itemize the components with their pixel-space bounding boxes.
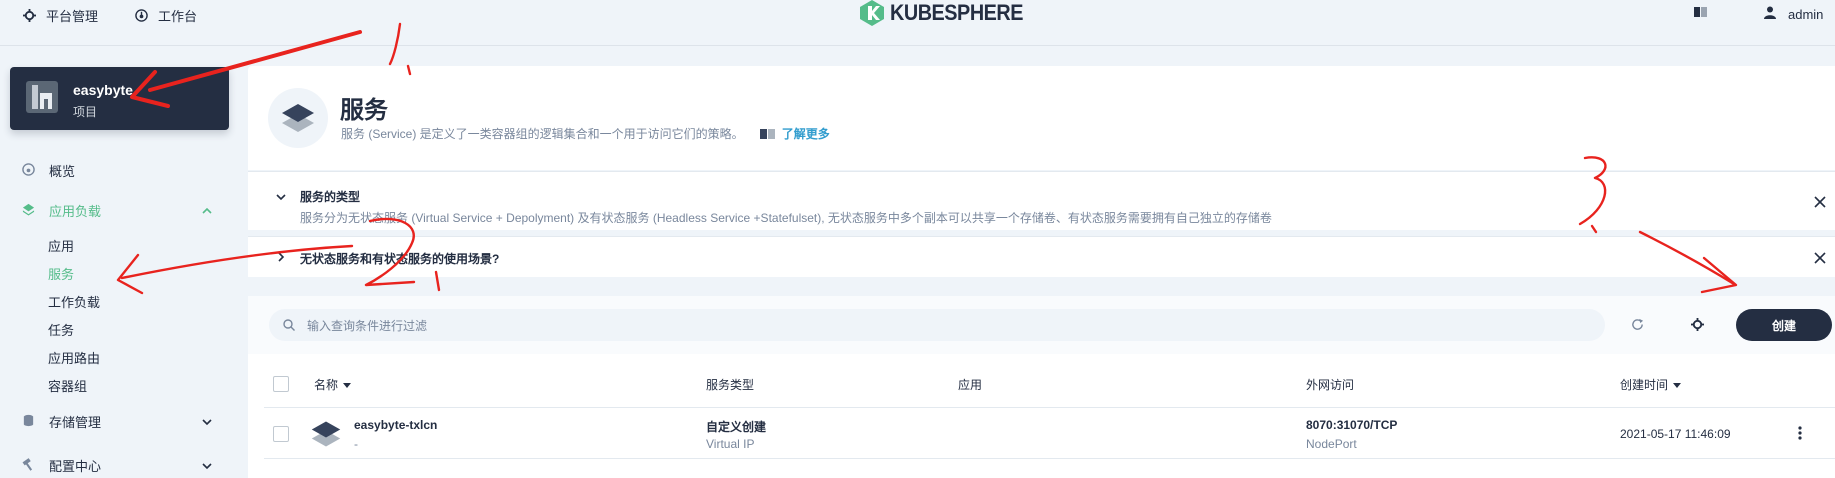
- column-header-service-type: 服务类型: [706, 378, 755, 392]
- chevron-up-icon[interactable]: [202, 206, 212, 216]
- external-type: NodePort: [1306, 437, 1357, 451]
- page-description: 服务 (Service) 是定义了一类容器组的逻辑集合和一个用于访问它们的策略。…: [341, 125, 830, 142]
- kubesphere-logo[interactable]: KUBESPHERE: [860, 0, 1038, 26]
- book-icon: [759, 128, 775, 139]
- sidebar-item-label: 概览: [49, 164, 76, 179]
- sidebar-item-label: 应用负载: [49, 204, 102, 219]
- sidebar-sub-apps[interactable]: 应用: [48, 236, 74, 255]
- kubesphere-logo-icon: [860, 0, 884, 26]
- page-title: 服务: [340, 97, 388, 124]
- service-ip-type: Virtual IP: [706, 437, 755, 451]
- sidebar-sub-jobs[interactable]: 任务: [48, 320, 74, 339]
- tip-title: 服务的类型: [300, 190, 361, 204]
- tip-service-types[interactable]: 服务的类型 服务分为无状态服务 (Virtual Service + Depol…: [248, 171, 1835, 230]
- column-header-external: 外网访问: [1306, 378, 1355, 392]
- layers-icon: [22, 203, 35, 219]
- external-port: 8070:31070/TCP: [1306, 418, 1398, 432]
- search-icon: [283, 319, 295, 331]
- dashboard-icon: [22, 162, 35, 179]
- docs-button[interactable]: [1694, 6, 1708, 21]
- chevron-down-icon[interactable]: [202, 461, 212, 471]
- create-button[interactable]: 创建: [1736, 309, 1832, 341]
- service-alias: -: [354, 437, 358, 451]
- project-avatar: [26, 81, 58, 113]
- column-header-name[interactable]: 名称: [314, 376, 352, 393]
- project-selector[interactable]: easybyte 项目: [10, 67, 229, 130]
- service-icon: [268, 88, 328, 148]
- toolbar: 输入查询条件进行过滤 创建: [248, 296, 1835, 354]
- chevron-down-icon[interactable]: [276, 192, 286, 202]
- project-name: easybyte: [73, 82, 133, 98]
- sidebar-item-overview[interactable]: 概览: [22, 161, 75, 180]
- column-header-app: 应用: [958, 378, 983, 392]
- user-name: admin: [1788, 6, 1824, 22]
- close-icon[interactable]: [1813, 195, 1827, 209]
- created-time: 2021-05-17 11:46:09: [1620, 427, 1731, 441]
- page-banner: 服务 服务 (Service) 是定义了一类容器组的逻辑集合和一个用于访问它们的…: [248, 66, 1835, 170]
- workbench-menu[interactable]: 工作台: [134, 6, 197, 25]
- services-table: 名称 服务类型 应用 外网访问 创建时间 easybyte-txlcn - 自定…: [248, 354, 1835, 478]
- sidebar-sub-routes[interactable]: 应用路由: [48, 348, 100, 367]
- hammer-icon: [22, 457, 35, 474]
- more-icon[interactable]: [1797, 425, 1803, 441]
- table-row[interactable]: easybyte-txlcn - 自定义创建 Virtual IP 8070:3…: [264, 407, 1835, 459]
- tip-title: 无状态服务和有状态服务的使用场景?: [300, 252, 500, 266]
- header-label: 名称: [314, 378, 339, 392]
- chevron-right-icon[interactable]: [276, 252, 286, 262]
- search-input[interactable]: 输入查询条件进行过滤: [269, 309, 1605, 341]
- platform-management-label: 平台管理: [46, 9, 99, 24]
- user-icon: [1764, 6, 1776, 22]
- service-type: 自定义创建: [706, 420, 767, 434]
- gear-icon: [22, 9, 36, 23]
- learn-more-link[interactable]: 了解更多: [759, 125, 830, 142]
- refresh-icon: [1631, 318, 1643, 330]
- database-icon: [22, 414, 35, 430]
- close-icon[interactable]: [1813, 251, 1827, 265]
- sidebar-sub-services[interactable]: 服务: [48, 264, 74, 283]
- service-name-link[interactable]: easybyte-txlcn: [354, 418, 437, 432]
- sidebar-item-label: 配置中心: [49, 459, 102, 474]
- sidebar-sub-workloads[interactable]: 工作负载: [48, 292, 100, 311]
- select-all-checkbox[interactable]: [273, 376, 289, 392]
- sidebar-item-label: 存储管理: [49, 415, 102, 430]
- sidebar: easybyte 项目 概览 应用负载 应用 服务 工作负载 任务 应用路由 容…: [0, 46, 248, 478]
- sidebar-item-app-workloads[interactable]: 应用负载: [22, 201, 101, 220]
- workbench-label: 工作台: [158, 9, 198, 24]
- table-settings-button[interactable]: [1686, 313, 1708, 335]
- sort-icon: [343, 382, 352, 388]
- top-bar: 平台管理 工作台 KUBESPHERE admin: [0, 0, 1835, 46]
- platform-management-menu[interactable]: 平台管理: [22, 6, 98, 25]
- project-type: 项目: [73, 105, 98, 119]
- tip-body: 服务分为无状态服务 (Virtual Service + Depolyment)…: [300, 211, 1272, 225]
- main-content: 服务 服务 (Service) 是定义了一类容器组的逻辑集合和一个用于访问它们的…: [248, 66, 1835, 478]
- column-header-created[interactable]: 创建时间: [1620, 376, 1682, 393]
- book-icon: [1694, 6, 1708, 21]
- logo-text: KUBESPHERE: [890, 0, 1024, 25]
- service-icon: [311, 421, 341, 447]
- dashboard-icon: [134, 9, 148, 23]
- sort-icon: [1673, 382, 1682, 388]
- learn-more-label: 了解更多: [781, 127, 830, 141]
- header-label: 创建时间: [1620, 378, 1669, 392]
- refresh-button[interactable]: [1626, 313, 1648, 335]
- row-checkbox[interactable]: [273, 426, 289, 442]
- tip-usage-scenarios[interactable]: 无状态服务和有状态服务的使用场景?: [248, 236, 1835, 277]
- search-placeholder: 输入查询条件进行过滤: [307, 318, 428, 333]
- chevron-down-icon[interactable]: [202, 417, 212, 427]
- description-text: 服务 (Service) 是定义了一类容器组的逻辑集合和一个用于访问它们的策略。: [341, 127, 744, 141]
- sidebar-item-config[interactable]: 配置中心: [22, 456, 101, 475]
- sidebar-item-storage[interactable]: 存储管理: [22, 412, 101, 431]
- gear-icon: [1690, 317, 1704, 331]
- user-menu[interactable]: admin: [1764, 6, 1823, 22]
- sidebar-sub-pods[interactable]: 容器组: [48, 376, 87, 395]
